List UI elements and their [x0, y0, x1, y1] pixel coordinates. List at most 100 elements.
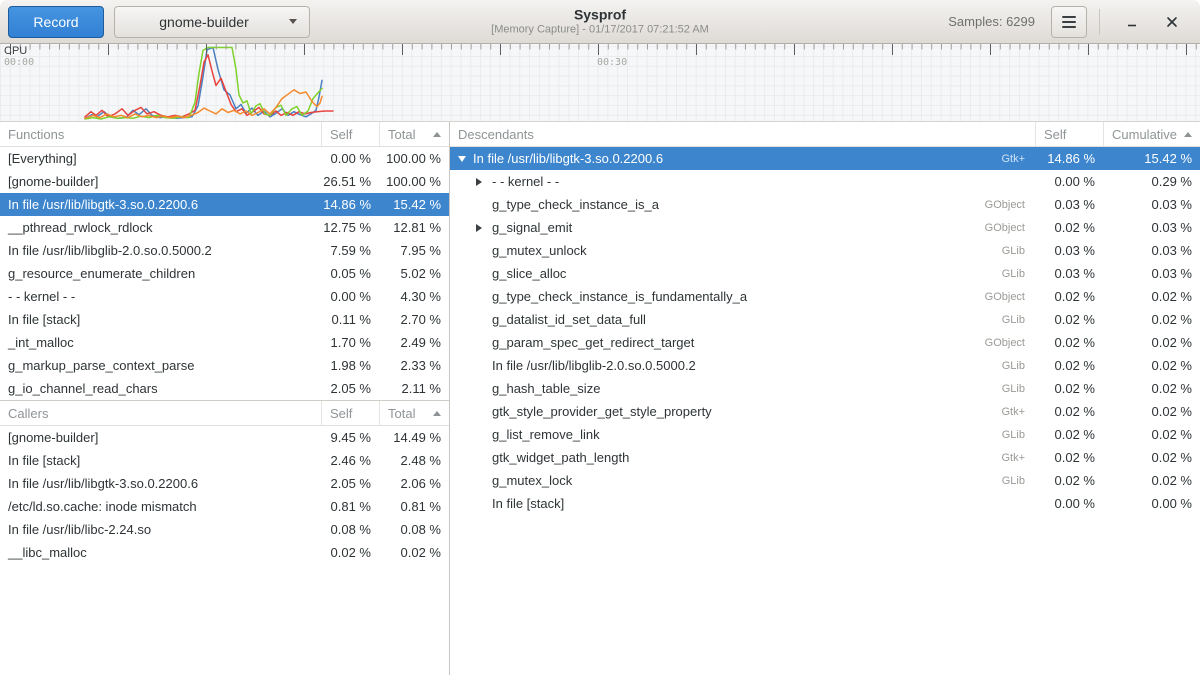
table-row[interactable]: - - kernel - -0.00 %4.30 %	[0, 285, 449, 308]
table-row[interactable]: gtk_widget_path_lengthGtk+0.02 %0.02 %	[450, 446, 1200, 469]
table-row[interactable]: [gnome-builder]26.51 %100.00 %	[0, 170, 449, 193]
descendant-name-cell: In file /usr/lib/libglib-2.0.so.0.5000.2…	[450, 354, 1035, 377]
cumulative-value: 0.02 %	[1103, 423, 1200, 446]
table-row[interactable]: g_signal_emitGObject0.02 %0.03 %	[450, 216, 1200, 239]
column-header-total-label: Total	[388, 127, 415, 142]
function-name-cell: __libc_malloc	[0, 541, 321, 564]
expander-closed-icon[interactable]	[476, 224, 482, 232]
total-value: 15.42 %	[379, 193, 449, 216]
minimize-button[interactable]	[1118, 8, 1146, 36]
cumulative-value: 0.00 %	[1103, 492, 1200, 515]
table-row[interactable]: In file /usr/lib/libgtk-3.so.0.2200.62.0…	[0, 472, 449, 495]
sysprof-window: Record gnome-builder Sysprof [Memory Cap…	[0, 0, 1200, 675]
close-icon	[1165, 15, 1179, 29]
table-row[interactable]: _int_malloc1.70 %2.49 %	[0, 331, 449, 354]
category-badge: GObject	[985, 291, 1035, 303]
table-row[interactable]: In file [stack]0.11 %2.70 %	[0, 308, 449, 331]
column-header-descendants[interactable]: Descendants	[450, 122, 1035, 146]
minimize-icon	[1125, 15, 1139, 29]
function-name-cell: - - kernel - -	[0, 285, 321, 308]
descendant-name-label: In file [stack]	[492, 496, 564, 511]
table-row[interactable]: g_param_spec_get_redirect_targetGObject0…	[450, 331, 1200, 354]
function-name-cell: In file /usr/lib/libc-2.24.so	[0, 518, 321, 541]
table-row[interactable]: In file /usr/lib/libglib-2.0.so.0.5000.2…	[0, 239, 449, 262]
column-header-total[interactable]: Total	[379, 401, 449, 425]
function-name-cell: [Everything]	[0, 147, 321, 170]
self-value: 0.02 %	[1035, 285, 1103, 308]
column-header-functions[interactable]: Functions	[0, 122, 321, 146]
table-row[interactable]: g_mutex_unlockGLib0.03 %0.03 %	[450, 239, 1200, 262]
self-value: 0.02 %	[1035, 354, 1103, 377]
expander-spacer	[476, 480, 485, 481]
descendant-name-cell: g_mutex_unlockGLib	[450, 239, 1035, 262]
functions-table-body: [Everything]0.00 %100.00 %[gnome-builder…	[0, 147, 449, 400]
self-value: 0.02 %	[1035, 308, 1103, 331]
table-row[interactable]: g_mutex_lockGLib0.02 %0.02 %	[450, 469, 1200, 492]
table-row[interactable]: In file /usr/lib/libgtk-3.so.0.2200.6Gtk…	[450, 147, 1200, 170]
total-value: 4.30 %	[379, 285, 449, 308]
table-row[interactable]: - - kernel - -0.00 %0.29 %	[450, 170, 1200, 193]
total-value: 2.70 %	[379, 308, 449, 331]
expander-spacer	[476, 273, 485, 274]
table-row[interactable]: g_markup_parse_context_parse1.98 %2.33 %	[0, 354, 449, 377]
sort-ascending-icon	[433, 132, 441, 137]
table-row[interactable]: g_list_remove_linkGLib0.02 %0.02 %	[450, 423, 1200, 446]
record-button[interactable]: Record	[8, 6, 104, 38]
column-header-self[interactable]: Self	[321, 122, 379, 146]
table-row[interactable]: [Everything]0.00 %100.00 %	[0, 147, 449, 170]
column-header-self[interactable]: Self	[1035, 122, 1103, 146]
table-row[interactable]: g_resource_enumerate_children0.05 %5.02 …	[0, 262, 449, 285]
category-badge: GObject	[985, 337, 1035, 349]
expander-open-icon[interactable]	[458, 156, 466, 162]
expander-closed-icon[interactable]	[476, 178, 482, 186]
descendant-name-cell: g_list_remove_linkGLib	[450, 423, 1035, 446]
function-name-cell: g_resource_enumerate_children	[0, 262, 321, 285]
table-row[interactable]: [gnome-builder]9.45 %14.49 %	[0, 426, 449, 449]
main-area: Functions Self Total [Everything]0.00 %1…	[0, 122, 1200, 675]
table-row[interactable]: g_type_check_instance_is_fundamentally_a…	[450, 285, 1200, 308]
total-value: 100.00 %	[379, 147, 449, 170]
cumulative-value: 0.02 %	[1103, 377, 1200, 400]
category-badge: GLib	[1002, 475, 1035, 487]
total-value: 7.95 %	[379, 239, 449, 262]
window-title: Sysprof	[491, 6, 709, 24]
table-row[interactable]: g_io_channel_read_chars2.05 %2.11 %	[0, 377, 449, 400]
menu-button[interactable]	[1051, 6, 1087, 38]
table-row[interactable]: In file [stack]2.46 %2.48 %	[0, 449, 449, 472]
table-row[interactable]: In file /usr/lib/libc-2.24.so0.08 %0.08 …	[0, 518, 449, 541]
headerbar-separator	[1099, 9, 1100, 35]
table-row[interactable]: /etc/ld.so.cache: inode mismatch0.81 %0.…	[0, 495, 449, 518]
table-row[interactable]: g_slice_allocGLib0.03 %0.03 %	[450, 262, 1200, 285]
cumulative-value: 0.02 %	[1103, 354, 1200, 377]
table-row[interactable]: In file /usr/lib/libgtk-3.so.0.2200.614.…	[0, 193, 449, 216]
table-row[interactable]: __pthread_rwlock_rdlock12.75 %12.81 %	[0, 216, 449, 239]
function-name-cell: _int_malloc	[0, 331, 321, 354]
column-header-self[interactable]: Self	[321, 401, 379, 425]
table-row[interactable]: gtk_style_provider_get_style_propertyGtk…	[450, 400, 1200, 423]
table-row[interactable]: In file /usr/lib/libglib-2.0.so.0.5000.2…	[450, 354, 1200, 377]
self-value: 0.00 %	[321, 147, 379, 170]
table-row[interactable]: __libc_malloc0.02 %0.02 %	[0, 541, 449, 564]
function-name-cell: [gnome-builder]	[0, 170, 321, 193]
table-row[interactable]: g_hash_table_sizeGLib0.02 %0.02 %	[450, 377, 1200, 400]
table-row[interactable]: g_datalist_id_set_data_fullGLib0.02 %0.0…	[450, 308, 1200, 331]
process-selector[interactable]: gnome-builder	[114, 6, 310, 38]
self-value: 0.02 %	[1035, 216, 1103, 239]
cpu-graph[interactable]: CPU 00:00 00:30	[0, 44, 1200, 122]
descendant-name-label: g_mutex_unlock	[492, 243, 587, 258]
cumulative-value: 0.03 %	[1103, 216, 1200, 239]
table-row[interactable]: In file [stack]0.00 %0.00 %	[450, 492, 1200, 515]
column-header-callers[interactable]: Callers	[0, 401, 321, 425]
close-button[interactable]	[1158, 8, 1186, 36]
self-value: 14.86 %	[1035, 147, 1103, 170]
descendants-table-header: Descendants Self Cumulative	[450, 122, 1200, 147]
descendant-name-cell: g_type_check_instance_is_aGObject	[450, 193, 1035, 216]
column-header-total[interactable]: Total	[379, 122, 449, 146]
chevron-down-icon	[289, 19, 297, 24]
self-value: 0.08 %	[321, 518, 379, 541]
column-header-cumulative[interactable]: Cumulative	[1103, 122, 1200, 146]
category-badge: GLib	[1002, 314, 1035, 326]
descendant-name-label: g_signal_emit	[492, 220, 572, 235]
table-row[interactable]: g_type_check_instance_is_aGObject0.03 %0…	[450, 193, 1200, 216]
descendant-name-label: gtk_style_provider_get_style_property	[492, 404, 712, 419]
